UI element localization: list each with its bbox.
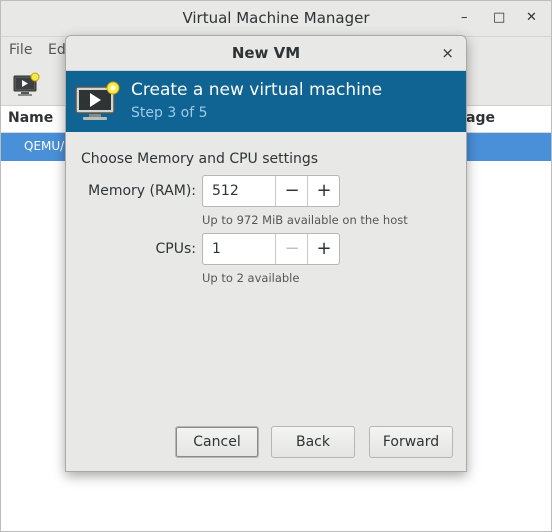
memory-decrement-button[interactable]: − — [275, 176, 308, 206]
memory-label: Memory (RAM): — [88, 183, 196, 199]
banner-step: Step 3 of 5 — [131, 105, 208, 121]
new-vm-dialog: New VM × Create a new virtual machine St… — [65, 35, 467, 472]
cpus-decrement-button: − — [275, 234, 308, 264]
back-button-label: Back — [296, 434, 330, 450]
memory-value[interactable]: 512 — [212, 183, 239, 199]
cpus-spinbox[interactable]: 1 − + — [202, 233, 340, 265]
memory-spinbox[interactable]: 512 − + — [202, 175, 340, 207]
section-heading: Choose Memory and CPU settings — [81, 151, 319, 167]
dialog-titlebar: New VM × — [66, 36, 466, 71]
cpus-hint: Up to 2 available — [202, 271, 300, 285]
banner-title: Create a new virtual machine — [131, 80, 383, 100]
memory-hint: Up to 972 MiB available on the host — [202, 213, 408, 227]
forward-button[interactable]: Forward — [369, 426, 453, 458]
forward-button-label: Forward — [382, 434, 440, 450]
dialog-title: New VM — [231, 44, 301, 62]
cpus-increment-button[interactable]: + — [307, 234, 340, 264]
virtual-machine-icon — [75, 81, 120, 120]
back-button[interactable]: Back — [271, 426, 355, 458]
wizard-banner: Create a new virtual machine Step 3 of 5 — [66, 71, 466, 132]
cpus-label: CPUs: — [155, 241, 196, 257]
cpus-value[interactable]: 1 — [212, 241, 221, 257]
dialog-close-icon[interactable]: × — [441, 44, 454, 62]
memory-increment-button[interactable]: + — [307, 176, 340, 206]
cancel-button-label: Cancel — [193, 434, 241, 450]
cancel-button[interactable]: Cancel — [175, 426, 259, 458]
